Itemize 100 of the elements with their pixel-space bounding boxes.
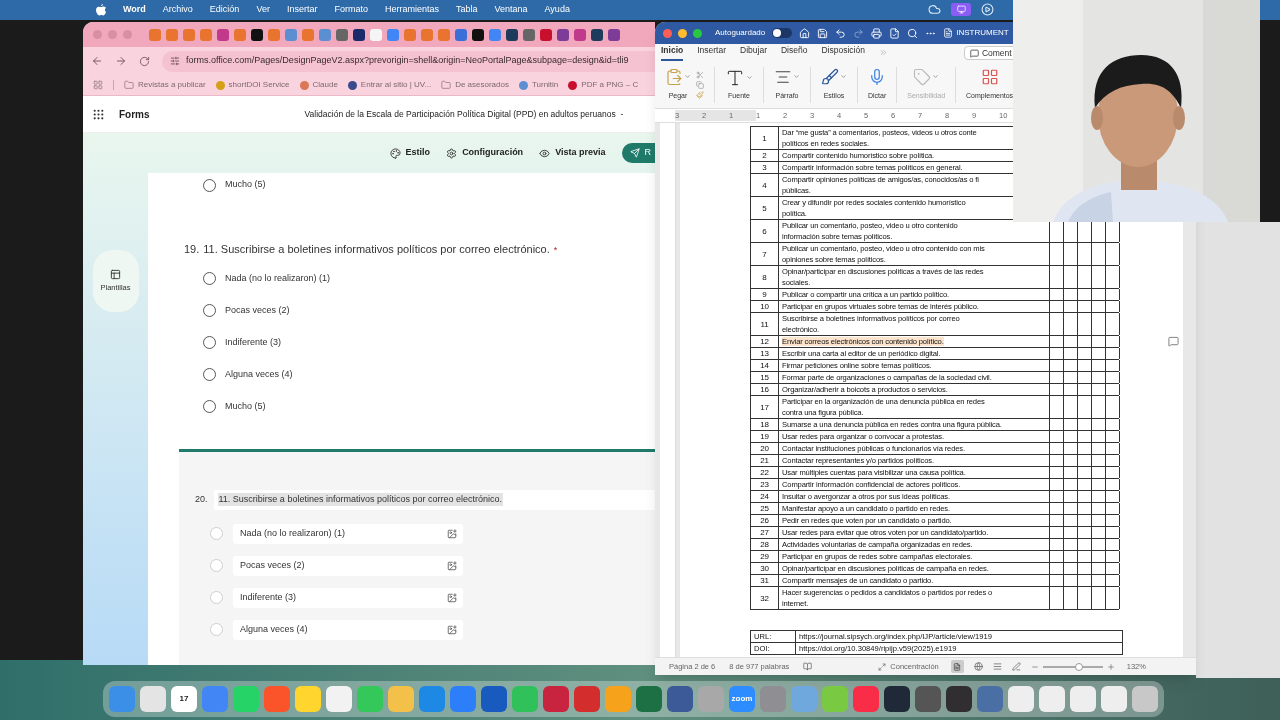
apple-icon[interactable] bbox=[96, 4, 106, 16]
bookmark[interactable]: Revistas a publicar bbox=[124, 79, 206, 91]
menu-item[interactable]: Insertar bbox=[286, 3, 318, 17]
dock-app-icon[interactable] bbox=[667, 686, 693, 712]
tab-favicon[interactable] bbox=[472, 28, 484, 41]
dock-app-icon[interactable] bbox=[1101, 686, 1127, 712]
radio-button[interactable] bbox=[203, 400, 216, 413]
draft-icon[interactable] bbox=[1011, 662, 1021, 671]
menu-item[interactable]: Ver bbox=[256, 3, 270, 17]
ribbon-tab[interactable]: Diseño bbox=[780, 44, 808, 61]
outline-icon[interactable] bbox=[992, 662, 1002, 671]
tab-favicon[interactable] bbox=[251, 28, 263, 41]
search-icon[interactable] bbox=[907, 27, 919, 39]
address-bar[interactable]: forms.office.com/Pages/DesignPageV2.aspx?prevorigin=shell&origin=NeoPortalPage&subpage=design&id=tli9 bbox=[162, 50, 655, 72]
format-painter-icon[interactable] bbox=[696, 90, 704, 99]
app-name[interactable]: Forms bbox=[119, 106, 150, 122]
question-title-field[interactable]: 11. Suscribirse a boletines informativos políticos por correo electrónico. bbox=[213, 489, 655, 510]
reload-icon[interactable] bbox=[139, 55, 150, 67]
dock-app-icon[interactable] bbox=[326, 686, 352, 712]
bookmark[interactable]: Claude bbox=[299, 79, 338, 91]
menu-item[interactable]: Tabla bbox=[455, 3, 478, 17]
insert-image-icon[interactable] bbox=[447, 592, 457, 603]
cloud-icon[interactable] bbox=[928, 3, 941, 16]
menu-item[interactable]: Ventana bbox=[494, 3, 528, 17]
radio-button[interactable] bbox=[203, 304, 216, 317]
option-field[interactable]: Pocas veces (2) bbox=[233, 555, 463, 576]
menu-item[interactable]: Archivo bbox=[162, 3, 193, 17]
print-layout-button[interactable] bbox=[950, 660, 964, 673]
zoom-button[interactable] bbox=[693, 28, 702, 38]
app-launcher-icon[interactable] bbox=[92, 107, 105, 121]
table-cell: 10 bbox=[751, 301, 779, 312]
dock-app-icon[interactable] bbox=[1039, 686, 1065, 712]
tab-favicon[interactable] bbox=[506, 28, 518, 41]
table-cell: 12 bbox=[751, 336, 779, 347]
copy-icon[interactable] bbox=[696, 80, 704, 89]
tab-favicon[interactable] bbox=[591, 28, 603, 41]
redo-icon[interactable] bbox=[853, 27, 865, 39]
menu-item[interactable]: Ayuda bbox=[544, 3, 570, 17]
insert-image-icon[interactable] bbox=[447, 624, 457, 635]
radio-button[interactable] bbox=[203, 336, 216, 349]
dock-app-icon[interactable] bbox=[884, 686, 910, 712]
autosave-toggle[interactable] bbox=[772, 28, 793, 38]
minimize-button[interactable] bbox=[678, 28, 687, 38]
insert-image-icon[interactable] bbox=[447, 528, 457, 539]
toolbar-button[interactable]: Configuración bbox=[446, 146, 524, 160]
option-field[interactable]: Alguna veces (4) bbox=[233, 619, 463, 640]
forward-icon[interactable] bbox=[115, 55, 127, 67]
dock-app-icon[interactable] bbox=[1070, 686, 1096, 712]
print-icon[interactable] bbox=[871, 27, 883, 39]
radio-button[interactable] bbox=[203, 178, 216, 192]
back-icon[interactable] bbox=[91, 55, 103, 67]
ribbon-tab[interactable]: Dibujar bbox=[740, 44, 767, 61]
zoom-slider[interactable] bbox=[1042, 665, 1103, 668]
home-icon[interactable] bbox=[799, 27, 811, 39]
app-menu[interactable]: Word bbox=[123, 3, 146, 17]
bookmark[interactable]: shortDOI Service bbox=[215, 79, 290, 91]
dock-app-icon[interactable] bbox=[636, 686, 662, 712]
dock-app-icon[interactable]: 17 bbox=[171, 686, 197, 712]
document-icon[interactable] bbox=[889, 27, 901, 39]
more-tabs-icon[interactable] bbox=[878, 48, 888, 57]
dock-app-icon[interactable] bbox=[543, 686, 569, 712]
toolbar-button[interactable]: Vista previa bbox=[539, 146, 606, 160]
option-label: Indiferente (3) bbox=[225, 335, 282, 349]
apps-icon[interactable] bbox=[93, 80, 103, 90]
dock-app-icon[interactable] bbox=[915, 686, 941, 712]
zoom-in-icon[interactable] bbox=[1106, 662, 1115, 671]
screen-share-icon[interactable] bbox=[951, 3, 971, 16]
dock-app-icon[interactable] bbox=[1008, 686, 1034, 712]
play-icon[interactable] bbox=[981, 3, 994, 16]
ribbon-tab[interactable]: Disposición bbox=[821, 44, 865, 61]
send-button[interactable]: R bbox=[621, 143, 655, 163]
web-layout-icon[interactable] bbox=[973, 662, 983, 671]
undo-icon[interactable] bbox=[835, 27, 847, 39]
dock-app-icon[interactable] bbox=[140, 686, 166, 712]
radio-button[interactable] bbox=[203, 272, 216, 285]
tab-favicon[interactable] bbox=[353, 28, 365, 41]
comments-button[interactable]: Coment bbox=[963, 46, 1016, 60]
save-icon[interactable] bbox=[817, 27, 829, 39]
menu-item[interactable]: Herramientas bbox=[384, 3, 439, 17]
radio-button[interactable] bbox=[203, 368, 216, 381]
insert-image-icon[interactable] bbox=[447, 560, 457, 571]
table-cell: 29 bbox=[751, 551, 779, 562]
menu-item[interactable]: Formato bbox=[334, 3, 368, 17]
table-cell: 11 bbox=[751, 313, 779, 335]
comment-icon[interactable] bbox=[1168, 336, 1179, 347]
cut-icon[interactable] bbox=[696, 70, 704, 79]
dock-app-icon[interactable] bbox=[481, 686, 507, 712]
bookmark[interactable]: Turnitin bbox=[518, 79, 559, 91]
site-settings-icon[interactable] bbox=[170, 56, 180, 66]
option-field[interactable]: Indiferente (3) bbox=[233, 587, 463, 608]
toolbar-button[interactable]: Estilo bbox=[389, 146, 431, 160]
close-button[interactable] bbox=[663, 28, 672, 38]
bookmark[interactable]: De asesorados bbox=[441, 79, 509, 91]
ribbon-tab[interactable]: Insertar bbox=[697, 44, 727, 61]
option-field[interactable]: Nada (no lo realizaron) (1) bbox=[233, 523, 463, 544]
bookmark[interactable]: Entrar al sitio | UV... bbox=[347, 79, 432, 91]
menu-item[interactable]: Edición bbox=[209, 3, 240, 17]
bookmark[interactable]: PDF a PNG – C bbox=[568, 79, 639, 91]
folder-icon bbox=[124, 80, 134, 90]
dock-app-icon[interactable] bbox=[946, 686, 972, 712]
